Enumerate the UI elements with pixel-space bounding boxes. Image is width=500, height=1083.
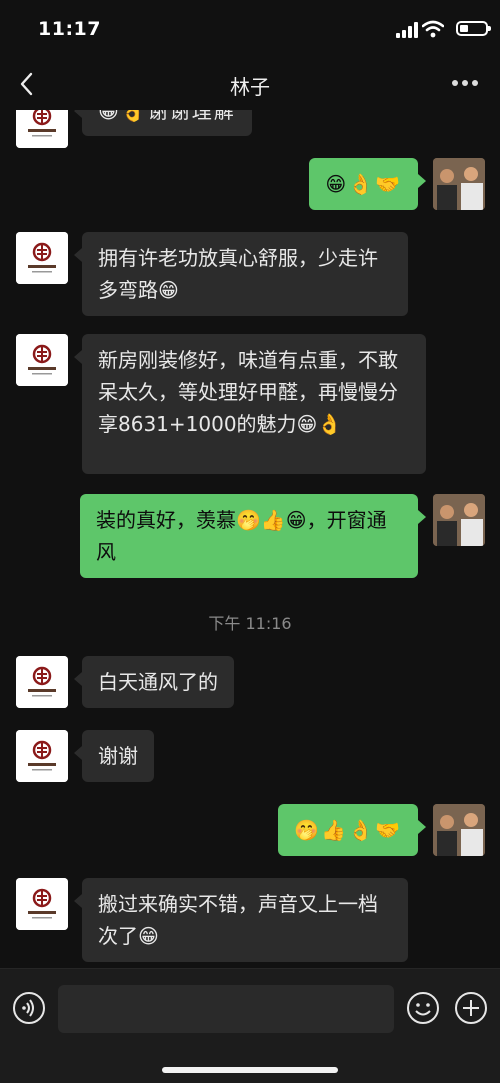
brand-logo-icon [16, 334, 68, 386]
brand-logo-icon [16, 232, 68, 284]
user-photo-icon [433, 804, 485, 856]
message-bubble[interactable]: 搬过来确实不错，声音又上一档次了😁 [74, 878, 408, 962]
nav-bar: 林子 [0, 58, 500, 110]
user-photo-icon [433, 494, 485, 546]
message-bubble[interactable]: 🤭👍👌🤝 [278, 804, 426, 856]
my-avatar[interactable] [433, 494, 485, 546]
my-avatar[interactable] [433, 158, 485, 210]
contact-avatar[interactable] [16, 730, 68, 782]
brand-logo-icon [16, 730, 68, 782]
input-bar [0, 968, 500, 1083]
contact-avatar[interactable] [16, 656, 68, 708]
message-bubble[interactable]: 新房刚装修好，味道有点重，不敢呆太久，等处理好甲醛，再慢慢分享8631+1000… [74, 334, 426, 474]
contact-avatar[interactable] [16, 878, 68, 930]
message-bubble[interactable]: 装的真好，羡慕🤭👍😁，开窗通风 [80, 494, 426, 578]
contact-avatar[interactable] [16, 232, 68, 284]
user-photo-icon [433, 158, 485, 210]
message-input[interactable] [58, 985, 394, 1033]
voice-input-icon[interactable] [12, 991, 46, 1025]
brand-logo-icon [16, 878, 68, 930]
message-timestamp: 下午 11:16 [208, 614, 292, 633]
chat-title: 林子 [230, 75, 270, 99]
message-bubble[interactable]: 拥有许老功放真心舒服，少走许多弯路😁 [74, 232, 408, 316]
contact-avatar[interactable] [16, 334, 68, 386]
emoji-icon[interactable] [406, 991, 440, 1025]
more-options-icon[interactable] [452, 80, 478, 88]
message-list[interactable]: 😁👌谢谢理解 😁👌🤝 拥有许老功放真心舒服，少走许多弯路😁 新房刚装修好，味道有… [0, 0, 500, 968]
message-bubble[interactable]: 谢谢 [74, 730, 154, 782]
message-bubble[interactable]: 白天通风了的 [74, 656, 234, 708]
brand-logo-icon [16, 656, 68, 708]
plus-icon[interactable] [454, 991, 488, 1025]
home-indicator [162, 1067, 338, 1073]
my-avatar[interactable] [433, 804, 485, 856]
message-bubble[interactable]: 😁👌🤝 [309, 158, 426, 210]
